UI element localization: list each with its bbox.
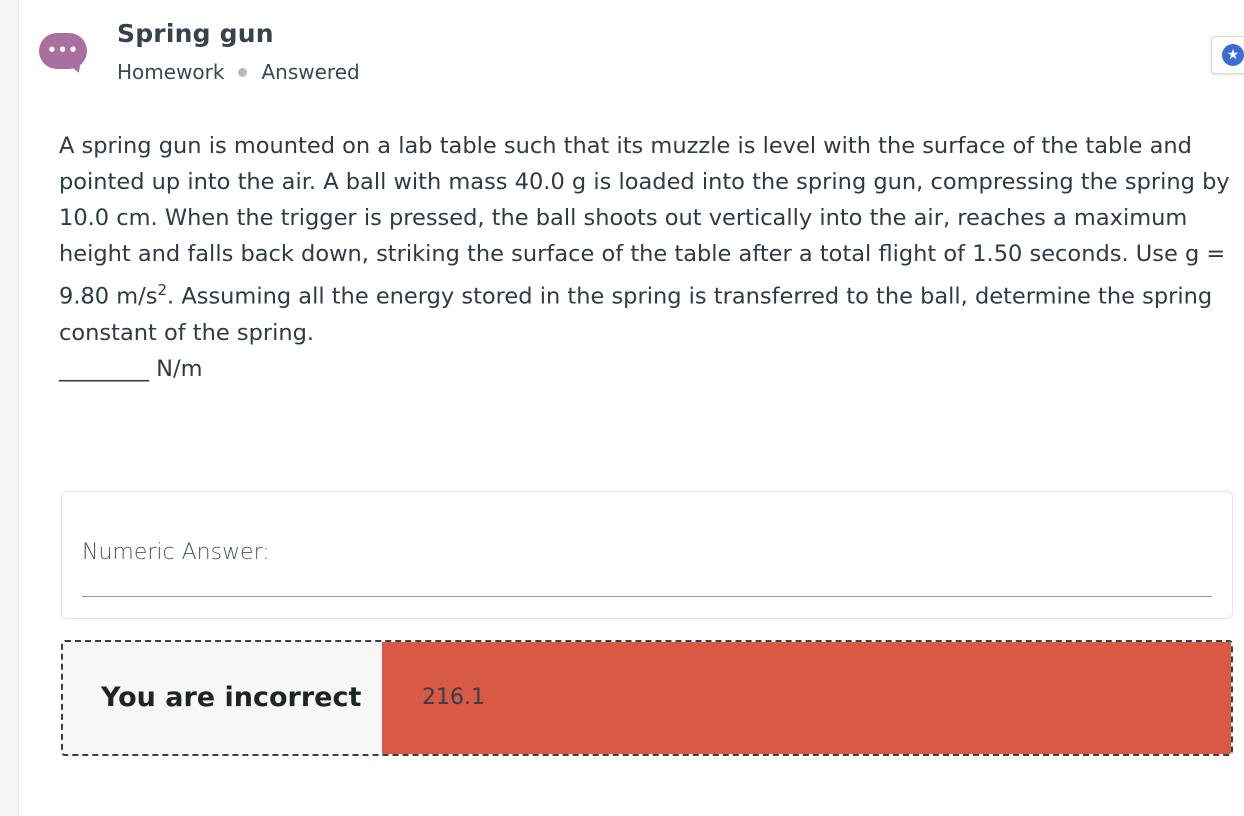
submitted-answer-panel: 216.1 <box>382 642 1231 754</box>
numeric-answer-label: Numeric Answer: <box>82 540 270 565</box>
star-icon: ★ <box>1222 44 1244 66</box>
question-meta: Homework Answered <box>117 60 360 84</box>
result-feedback: You are incorrect 216.1 <box>61 640 1233 756</box>
question-page: ••• Spring gun Homework Answered ★ A spr… <box>18 0 1244 816</box>
assignment-type: Homework <box>117 60 225 84</box>
result-status: You are incorrect <box>101 682 362 713</box>
numeric-answer-input[interactable] <box>82 596 1212 597</box>
answer-status: Answered <box>261 60 360 84</box>
numeric-answer-card: Numeric Answer: <box>61 491 1233 619</box>
chat-dots: ••• <box>47 41 79 59</box>
separator-dot <box>238 67 248 77</box>
question-text: A spring gun is mounted on a lab table s… <box>59 128 1239 387</box>
answer-blank: ________ N/m <box>59 355 203 382</box>
chat-bubble-icon[interactable]: ••• <box>39 33 89 75</box>
question-body-end: . Assuming all the energy stored in the … <box>59 283 1213 346</box>
submitted-answer-value: 216.1 <box>422 685 485 710</box>
page-title: Spring gun <box>117 19 274 48</box>
question-superscript: 2 <box>157 281 168 299</box>
star-badge-button[interactable]: ★ <box>1211 36 1244 74</box>
